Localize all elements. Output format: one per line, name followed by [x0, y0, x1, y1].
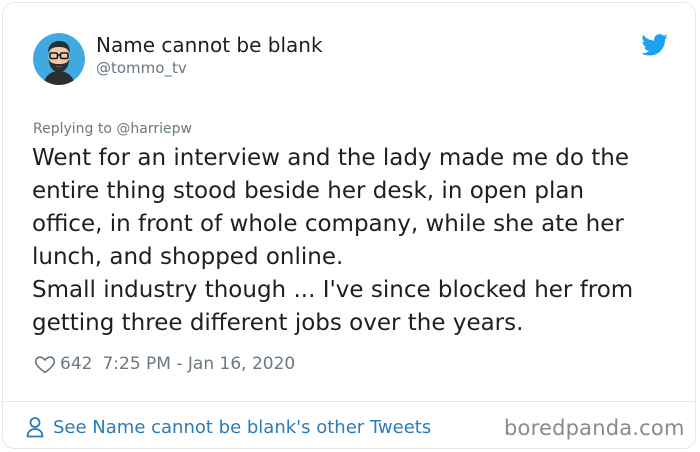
avatar-illustration: [33, 33, 85, 85]
tweet-line: entire thing stood beside her desk, in o…: [32, 178, 585, 204]
twitter-bird-icon[interactable]: [641, 34, 668, 56]
tweet-line: getting three different jobs over the ye…: [32, 310, 524, 336]
tweet-line: Small industry though ... I've since blo…: [32, 277, 634, 303]
avatar[interactable]: [33, 33, 85, 85]
heart-icon[interactable]: [34, 353, 56, 375]
tweet-line: office, in front of whole company, while…: [32, 211, 624, 237]
author-display-name[interactable]: Name cannot be blank: [96, 33, 323, 57]
footer-divider: [3, 401, 695, 402]
tweet-line: Went for an interview and the lady made …: [32, 145, 630, 171]
replying-to[interactable]: Replying to @harriepw: [33, 121, 192, 138]
see-other-tweets-link[interactable]: See Name cannot be blank's other Tweets: [26, 414, 431, 440]
like-count[interactable]: 642: [60, 354, 92, 374]
user-icon: [26, 416, 44, 438]
tweet-text: Went for an interview and the lady made …: [32, 142, 682, 340]
boredpanda-watermark: boredpanda.com: [504, 416, 685, 440]
author-handle[interactable]: @tommo_tv: [96, 59, 187, 77]
see-other-tweets-label: See Name cannot be blank's other Tweets: [53, 416, 432, 438]
tweet-line: lunch, and shopped online.: [32, 244, 344, 270]
tweet-meta: 642 7:25 PM - Jan 16, 2020: [34, 352, 295, 376]
tweet-timestamp[interactable]: 7:25 PM - Jan 16, 2020: [102, 354, 295, 374]
